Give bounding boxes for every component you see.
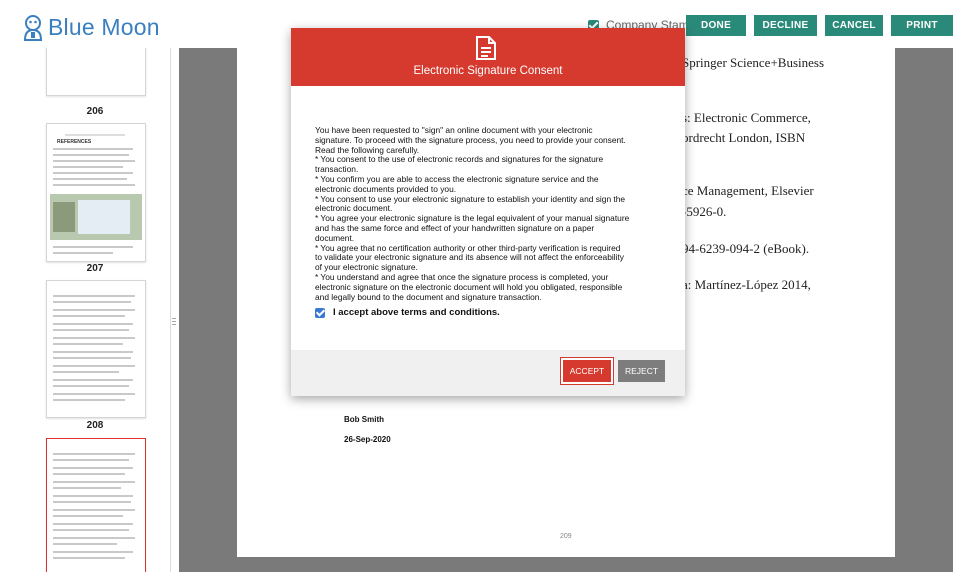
page-thumbnail-sidebar[interactable]: 206 REFERENCES 207 208 bbox=[20, 48, 171, 572]
accept-terms-checkbox[interactable]: I accept above terms and conditions. bbox=[315, 307, 500, 318]
accept-terms-label: I accept above terms and conditions. bbox=[333, 307, 500, 318]
document-text-line: 94-6239-094-2 (eBook). bbox=[682, 241, 810, 256]
document-text-line: ordrecht London, ISBN bbox=[682, 130, 806, 145]
page-thumbnail-label: 206 bbox=[86, 106, 104, 117]
dialog-footer: ACCEPT REJECT bbox=[291, 350, 685, 396]
document-text-line: Springer Science+Business bbox=[682, 55, 825, 70]
app-logo: Blue Moon bbox=[22, 14, 160, 41]
dialog-header: Electronic Signature Consent bbox=[291, 28, 685, 86]
checkbox-checked-icon bbox=[315, 307, 325, 318]
page-thumbnail-label: 208 bbox=[86, 420, 104, 431]
page-thumbnail[interactable] bbox=[46, 280, 146, 418]
page-number: 209 bbox=[560, 533, 572, 540]
blue-moon-logo-icon bbox=[23, 14, 43, 41]
signer-name: Bob Smith bbox=[344, 415, 384, 424]
page-thumbnail-label: 207 bbox=[86, 263, 104, 274]
thumbnail-heading: REFERENCES bbox=[57, 139, 92, 145]
document-text-line: a: Martínez-López 2014, bbox=[682, 277, 811, 292]
page-thumbnail[interactable] bbox=[46, 48, 146, 96]
accept-button[interactable]: ACCEPT bbox=[563, 360, 611, 382]
consent-line: * You consent to the use of electronic r… bbox=[315, 154, 604, 165]
consent-line: and legally bound to the document and si… bbox=[315, 291, 542, 302]
document-text-line: ce Management, Elsevier bbox=[682, 183, 814, 198]
thumbnail-image bbox=[50, 194, 142, 240]
dialog-title: Electronic Signature Consent bbox=[413, 65, 563, 77]
page-thumbnail[interactable]: REFERENCES bbox=[46, 123, 146, 262]
sidebar-resize-handle[interactable] bbox=[172, 318, 176, 332]
print-button[interactable]: PRINT bbox=[891, 15, 953, 36]
page-thumbnail-selected[interactable] bbox=[46, 438, 146, 572]
signature-consent-dialog: Electronic Signature Consent You have be… bbox=[291, 28, 685, 396]
signature-date: 26-Sep-2020 bbox=[344, 435, 391, 444]
app-window: Blue Moon Company Stamp DONE DECLINE CAN… bbox=[0, 0, 953, 572]
document-text-line: s: Electronic Commerce, bbox=[682, 110, 811, 125]
consent-text: You have been requested to "sign" an onl… bbox=[315, 125, 665, 302]
consent-line: and has the same force and effect of you… bbox=[315, 222, 595, 233]
document-text-line: -5926-0. bbox=[682, 204, 727, 219]
decline-button[interactable]: DECLINE bbox=[754, 15, 817, 36]
document-icon bbox=[476, 36, 496, 60]
done-button[interactable]: DONE bbox=[686, 15, 746, 36]
cancel-button[interactable]: CANCEL bbox=[825, 15, 883, 36]
reject-button[interactable]: REJECT bbox=[618, 360, 665, 382]
app-name: Blue Moon bbox=[48, 14, 160, 40]
